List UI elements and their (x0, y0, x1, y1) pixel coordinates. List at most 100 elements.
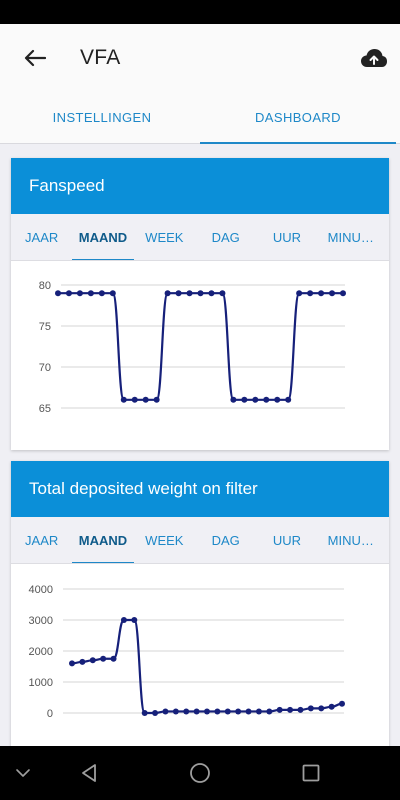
period-tab-hour[interactable]: UUR (256, 517, 317, 563)
data-point (245, 708, 252, 715)
data-point (235, 708, 242, 715)
period-tab-year[interactable]: JAAR (11, 214, 72, 260)
data-point (208, 290, 215, 297)
nav-home-button[interactable] (185, 758, 215, 788)
nav-back-button[interactable] (74, 758, 104, 788)
data-point (276, 706, 283, 713)
data-point (339, 700, 345, 707)
period-tab-week[interactable]: WEEK (134, 517, 195, 563)
data-point (172, 708, 179, 715)
data-point (307, 290, 314, 297)
data-point (296, 290, 303, 297)
data-point (162, 708, 169, 715)
data-point (141, 710, 148, 716)
card-title: Total deposited weight on filter (11, 461, 389, 517)
period-tab-hour[interactable]: UUR (256, 214, 317, 260)
data-point (224, 708, 231, 715)
data-point (297, 706, 304, 713)
data-point (79, 658, 86, 665)
data-point (109, 290, 116, 297)
data-point (307, 705, 314, 712)
y-tick-label: 3000 (29, 615, 53, 627)
data-point (204, 708, 210, 715)
triangle-back-icon (82, 764, 96, 782)
y-tick-label: 65 (39, 403, 51, 415)
period-tab-day[interactable]: DAG (195, 214, 256, 260)
card-title: Fanspeed (11, 158, 389, 214)
period-tab-month[interactable]: MAAND (72, 517, 134, 563)
data-point (318, 290, 325, 297)
data-point (329, 290, 336, 297)
data-point (340, 290, 346, 297)
data-point (175, 290, 182, 297)
data-point (100, 655, 107, 662)
data-point (241, 396, 248, 403)
data-point (131, 396, 138, 403)
arrow-left-icon (24, 49, 46, 67)
data-point (55, 290, 61, 297)
tab-instellingen[interactable]: INSTELLINGEN (4, 92, 200, 143)
nav-collapse-button[interactable] (8, 758, 38, 788)
upload-button[interactable] (358, 42, 390, 74)
data-point (120, 396, 127, 403)
circle-home-icon (190, 763, 210, 783)
data-point (87, 290, 94, 297)
data-point (164, 290, 171, 297)
data-point (230, 396, 237, 403)
y-tick-label: 1000 (29, 677, 53, 689)
data-point (328, 703, 335, 710)
data-point (69, 660, 75, 667)
data-point (266, 708, 273, 715)
data-point (255, 708, 262, 715)
fanspeed-card: Fanspeed JAAR MAAND WEEK DAG UUR MINU… 6… (11, 158, 389, 450)
data-point (285, 396, 292, 403)
data-point (186, 290, 193, 297)
data-point (318, 705, 325, 712)
status-bar (0, 0, 400, 24)
nav-recents-button[interactable] (296, 758, 326, 788)
data-point (263, 396, 270, 403)
y-tick-label: 75 (39, 321, 51, 333)
series-line (71, 618, 343, 715)
data-point (287, 706, 294, 713)
period-tabs: JAAR MAAND WEEK DAG UUR MINU… (11, 517, 389, 564)
fanspeed-chart: 65 70 75 80 (11, 261, 389, 450)
period-tab-minute[interactable]: MINU… (318, 517, 389, 563)
y-tick-label: 2000 (29, 646, 53, 658)
tab-dashboard[interactable]: DASHBOARD (200, 92, 396, 144)
y-tick-label: 80 (39, 280, 51, 292)
y-tick-label: 70 (39, 362, 51, 374)
deposited-weight-line-chart: 0 1000 2000 3000 4000 (29, 584, 345, 720)
period-tab-week[interactable]: WEEK (134, 214, 195, 260)
data-point (152, 710, 159, 716)
data-point (193, 708, 200, 715)
data-point (131, 617, 138, 623)
deposited-weight-card: Total deposited weight on filter JAAR MA… (11, 461, 389, 746)
data-point (219, 290, 226, 297)
back-button[interactable] (18, 44, 52, 72)
data-point (110, 655, 117, 662)
data-point (76, 290, 83, 297)
app-title: VFA (80, 46, 121, 69)
series-line (58, 292, 343, 401)
fanspeed-line-chart: 65 70 75 80 (39, 280, 346, 415)
app-bar: VFA (0, 24, 400, 92)
data-point (197, 290, 204, 297)
data-point (214, 708, 221, 715)
y-tick-label: 4000 (29, 584, 53, 596)
square-recents-icon (302, 764, 320, 782)
y-tick-label: 0 (47, 708, 53, 720)
data-point (89, 657, 96, 664)
cloud-upload-icon (361, 49, 387, 67)
period-tab-minute[interactable]: MINU… (318, 214, 389, 260)
period-tabs: JAAR MAAND WEEK DAG UUR MINU… (11, 214, 389, 261)
data-point (142, 396, 149, 403)
data-point (120, 617, 127, 623)
data-point (274, 396, 281, 403)
system-navigation-bar (0, 746, 400, 800)
period-tab-year[interactable]: JAAR (11, 517, 72, 563)
chevron-down-icon (16, 769, 30, 777)
dashboard-content[interactable]: Fanspeed JAAR MAAND WEEK DAG UUR MINU… 6… (0, 144, 400, 746)
period-tab-month[interactable]: MAAND (72, 214, 134, 260)
period-tab-day[interactable]: DAG (195, 517, 256, 563)
